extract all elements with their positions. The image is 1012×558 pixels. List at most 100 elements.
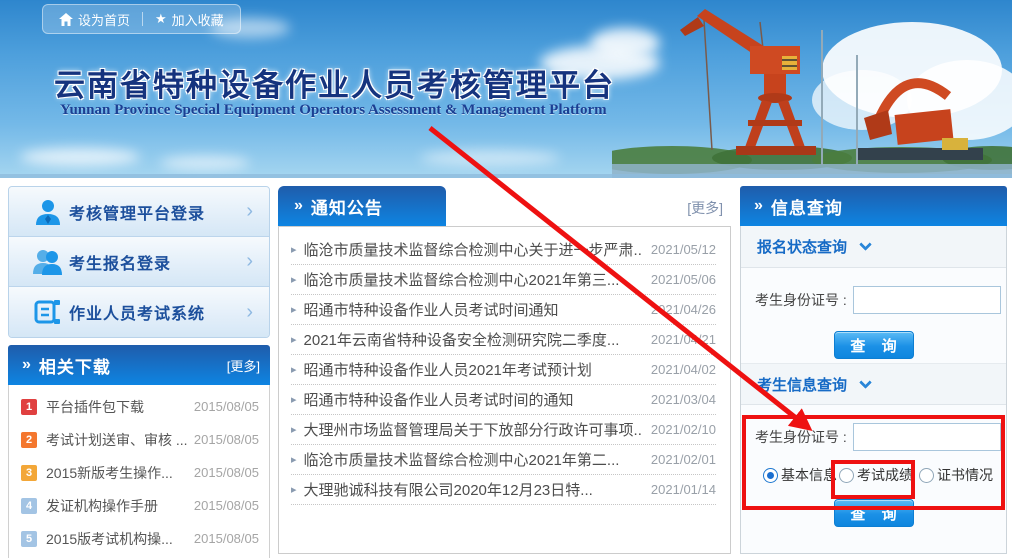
candidate-registration-login-button[interactable]: 考生报名登录 › <box>9 237 269 287</box>
notice-item-date: 2021/04/02 <box>651 362 716 377</box>
notice-item-date: 2021/02/01 <box>651 452 716 467</box>
notice-item[interactable]: ▸ 大理驰诚科技有限公司2020年12月23日特... 2021/01/14 <box>291 475 716 505</box>
radio-exam-results[interactable]: 考试成绩 <box>839 465 913 485</box>
add-favorite-link[interactable]: ★ 加入收藏 <box>155 10 224 29</box>
rank-badge: 3 <box>21 465 37 481</box>
star-icon: ★ <box>155 11 167 27</box>
download-item[interactable]: 1 平台插件包下载 2015/08/05 <box>9 390 269 423</box>
rank-badge: 4 <box>21 498 37 514</box>
notices-title: 通知公告 <box>311 194 446 219</box>
download-item-date: 2015/08/05 <box>194 498 259 513</box>
notices-tab[interactable]: » 通知公告 <box>278 186 446 226</box>
bullet-icon: ▸ <box>291 333 297 346</box>
bullet-icon: ▸ <box>291 483 297 496</box>
registration-status-form: 考生身份证号 : <box>741 268 1006 314</box>
notices-more-link[interactable]: [更多] <box>687 198 723 218</box>
bullet-icon: ▸ <box>291 393 297 406</box>
notice-item-date: 2021/02/10 <box>651 422 716 437</box>
users-icon <box>27 248 69 276</box>
chevron-right-icon: › <box>246 200 259 223</box>
notices-panel: » 通知公告 [更多] ▸ 临沧市质量技术监督综合检测中心关于进一步严肃... … <box>278 186 731 554</box>
radio-selected-icon <box>763 468 778 483</box>
download-item-date: 2015/08/05 <box>194 531 259 546</box>
operator-exam-system-button[interactable]: 作业人员考试系统 › <box>9 287 269 337</box>
bullet-icon: ▸ <box>291 363 297 376</box>
info-query-header: » 信息查询 <box>740 186 1007 226</box>
bullet-icon: ▸ <box>291 423 297 436</box>
assessment-platform-login-button[interactable]: 考核管理平台登录 › <box>9 187 269 237</box>
double-chevron-icon: » <box>22 356 31 374</box>
notice-item-date: 2021/04/26 <box>651 302 716 317</box>
double-chevron-icon: » <box>754 197 763 215</box>
info-query-title: 信息查询 <box>771 194 997 219</box>
radio-basic-info[interactable]: 基本信息 <box>763 465 837 485</box>
notices-header: » 通知公告 [更多] <box>278 186 731 226</box>
notice-item[interactable]: ▸ 临沧市质量技术监督综合检测中心关于进一步严肃... 2021/05/12 <box>291 235 716 265</box>
notice-item[interactable]: ▸ 2021年云南省特种设备安全检测研究院二季度... 2021/04/21 <box>291 325 716 355</box>
assessment-platform-login-label: 考核管理平台登录 <box>69 200 246 224</box>
candidate-info-form: 考生身份证号 : <box>741 405 1006 451</box>
set-homepage-link[interactable]: 设为首页 <box>59 10 130 29</box>
candidate-registration-login-label: 考生报名登录 <box>69 250 246 274</box>
download-item[interactable]: 3 2015新版考生操作... 2015/08/05 <box>9 456 269 489</box>
notice-item[interactable]: ▸ 临沧市质量技术监督综合检测中心2021年第三... 2021/05/06 <box>291 265 716 295</box>
exam-system-icon <box>27 298 69 326</box>
notice-item[interactable]: ▸ 昭通市特种设备作业人员2021年考试预计划 2021/04/02 <box>291 355 716 385</box>
notice-item-title: 大理驰诚科技有限公司2020年12月23日特... <box>304 479 643 500</box>
notice-item-title: 昭通市特种设备作业人员考试时间的通知 <box>304 389 643 410</box>
downloads-title: 相关下载 <box>39 353 227 378</box>
candidate-id-input[interactable] <box>853 423 1001 451</box>
radio-exam-results-label: 考试成绩 <box>857 465 913 485</box>
home-icon <box>59 13 73 26</box>
candidate-info-heading: 考生信息查询 <box>757 374 847 395</box>
notice-item-title: 临沧市质量技术监督综合检测中心2021年第三... <box>304 269 643 290</box>
page: 设为首页 ★ 加入收藏 云南省特种设备作业人员考核管理平台 Yunnan Pro… <box>0 0 1012 558</box>
cloud <box>20 148 140 166</box>
reg-query-button[interactable]: 查 询 <box>834 331 914 359</box>
rank-badge: 1 <box>21 399 37 415</box>
double-chevron-icon: » <box>294 197 303 215</box>
candidate-info-section-header[interactable]: 考生信息查询 <box>741 363 1006 405</box>
chevron-down-icon <box>859 376 872 389</box>
notice-item-date: 2021/03/04 <box>651 392 716 407</box>
radio-basic-info-label: 基本信息 <box>781 465 837 485</box>
registration-status-section-header[interactable]: 报名状态查询 <box>741 226 1006 268</box>
chevron-right-icon: › <box>246 301 259 324</box>
download-item-date: 2015/08/05 <box>194 465 259 480</box>
notice-item-title: 昭通市特种设备作业人员考试时间通知 <box>304 299 643 320</box>
login-menu: 考核管理平台登录 › 考生报名登录 › <box>8 186 270 338</box>
download-item[interactable]: 5 2015版考试机构操... 2015/08/05 <box>9 522 269 555</box>
add-favorite-label: 加入收藏 <box>172 10 224 29</box>
rank-badge: 5 <box>21 531 37 547</box>
candidate-query-button[interactable]: 查 询 <box>834 499 914 527</box>
download-item-title: 平台插件包下载 <box>46 397 188 417</box>
downloads-more-link[interactable]: [更多] <box>227 356 260 375</box>
candidate-query-button-row: 查 询 <box>741 485 1006 527</box>
notice-item-date: 2021/05/12 <box>651 242 716 257</box>
download-item[interactable]: 4 发证机构操作手册 2015/08/05 <box>9 489 269 522</box>
set-homepage-label: 设为首页 <box>78 10 130 29</box>
download-item-date: 2015/08/05 <box>194 399 259 414</box>
notice-item[interactable]: ▸ 昭通市特种设备作业人员考试时间通知 2021/04/26 <box>291 295 716 325</box>
user-icon <box>27 198 69 226</box>
notice-item-title: 2021年云南省特种设备安全检测研究院二季度... <box>304 329 643 350</box>
registration-status-heading: 报名状态查询 <box>757 236 847 257</box>
bullet-icon: ▸ <box>291 453 297 466</box>
download-item-title: 2015版考试机构操... <box>46 529 188 549</box>
downloads-panel: » 相关下载 [更多] 1 平台插件包下载 2015/08/05 2 考试计划送… <box>8 345 270 558</box>
radio-certificate-status[interactable]: 证书情况 <box>919 465 993 485</box>
notice-item[interactable]: ▸ 大理州市场监督管理局关于下放部分行政许可事项... 2021/02/10 <box>291 415 716 445</box>
download-item-title: 2015新版考生操作... <box>46 463 188 483</box>
query-type-radio-group: 基本信息 考试成绩 证书情况 <box>741 451 1006 485</box>
site-subtitle: Yunnan Province Special Equipment Operat… <box>60 102 607 119</box>
cloud <box>160 156 250 170</box>
notices-list: ▸ 临沧市质量技术监督综合检测中心关于进一步严肃... 2021/05/12 ▸… <box>278 226 731 554</box>
left-column: 考核管理平台登录 › 考生报名登录 › <box>8 186 270 558</box>
reg-id-input[interactable] <box>853 286 1001 314</box>
notice-item-title: 昭通市特种设备作业人员2021年考试预计划 <box>304 359 643 380</box>
radio-unselected-icon <box>919 468 934 483</box>
download-item[interactable]: 2 考试计划送审、审核 ... 2015/08/05 <box>9 423 269 456</box>
notice-item[interactable]: ▸ 昭通市特种设备作业人员考试时间的通知 2021/03/04 <box>291 385 716 415</box>
notice-item[interactable]: ▸ 临沧市质量技术监督综合检测中心2021年第二... 2021/02/01 <box>291 445 716 475</box>
reg-id-label: 考生身份证号 : <box>755 290 847 310</box>
